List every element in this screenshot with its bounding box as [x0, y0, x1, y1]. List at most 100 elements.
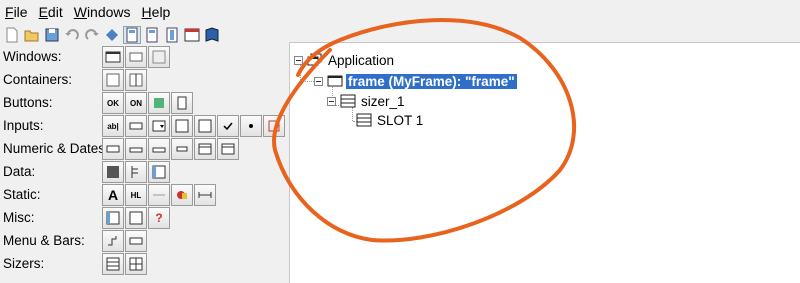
application-icon	[307, 53, 322, 66]
slot-icon	[356, 113, 372, 127]
widget-button[interactable]	[125, 69, 147, 91]
tree-node-application[interactable]: Application	[294, 51, 396, 69]
palette-category-label: Windows:	[3, 49, 62, 64]
tree-label-sizer: sizer_1	[361, 93, 405, 109]
toolbar	[0, 24, 290, 46]
open-folder-icon[interactable]	[24, 27, 40, 43]
widget-button[interactable]	[148, 184, 170, 206]
palette-row: Inputs: ab|	[0, 115, 288, 138]
menu-file[interactable]: File	[0, 0, 34, 24]
widget-button[interactable]	[148, 115, 170, 137]
collapse-icon[interactable]	[314, 76, 323, 86]
widget-icon	[129, 122, 143, 130]
tree-node-sizer[interactable]: sizer_1	[327, 92, 407, 110]
widget-button[interactable]	[102, 161, 124, 183]
frame-icon	[327, 75, 343, 87]
layout-3-icon[interactable]	[164, 27, 180, 43]
widget-button[interactable]	[102, 207, 124, 229]
widget-icon	[198, 192, 212, 198]
window-icon[interactable]	[184, 27, 200, 43]
layout-2-icon[interactable]	[144, 27, 160, 43]
widget-icon	[129, 52, 143, 62]
widget-button[interactable]	[240, 115, 262, 137]
widget-button[interactable]	[102, 46, 124, 68]
palette-row: Sizers:	[0, 253, 288, 276]
widget-button[interactable]: ON	[125, 92, 147, 114]
new-file-icon[interactable]	[4, 27, 20, 43]
widget-button[interactable]	[148, 92, 170, 114]
widget-button[interactable]	[194, 115, 216, 137]
widget-icon	[129, 237, 143, 245]
widget-button-text: OK	[107, 98, 119, 108]
palette-category-label: Buttons:	[3, 95, 53, 110]
widget-icon	[106, 257, 120, 271]
tree-node-slot[interactable]: SLOT 1	[356, 111, 425, 129]
widget-icon	[177, 96, 187, 110]
widget-button[interactable]	[148, 46, 170, 68]
widget-button[interactable]	[217, 138, 239, 160]
palette-category-label: Inputs:	[3, 118, 44, 133]
widget-button[interactable]	[263, 115, 285, 137]
layout-icon[interactable]	[123, 26, 141, 44]
undo-icon[interactable]	[64, 27, 80, 43]
widget-icon	[177, 191, 187, 199]
widget-button[interactable]	[171, 184, 193, 206]
book-icon[interactable]	[204, 27, 220, 43]
widget-icon	[129, 257, 143, 271]
palette-category-label: Containers:	[3, 72, 73, 87]
widget-button-text: HL	[130, 190, 142, 200]
widget-button[interactable]	[125, 207, 147, 229]
widget-button[interactable]	[171, 92, 193, 114]
palette-category-label: Data:	[3, 164, 36, 179]
widget-button[interactable]	[125, 138, 147, 160]
widget-icon	[129, 211, 143, 225]
widget-button[interactable]: ab|	[102, 115, 124, 137]
widget-button[interactable]	[171, 115, 193, 137]
widget-icon	[105, 51, 121, 63]
widget-icon	[198, 143, 212, 155]
widget-button[interactable]	[125, 115, 147, 137]
palette-row: Data:	[0, 161, 288, 184]
widget-button[interactable]	[148, 161, 170, 183]
palette-row: Menu & Bars:	[0, 230, 288, 253]
widget-icon	[152, 120, 166, 132]
menubar: File Edit Windows Help	[0, 0, 800, 24]
widget-button[interactable]	[125, 253, 147, 275]
collapse-icon[interactable]	[294, 55, 303, 65]
widget-button[interactable]	[194, 138, 216, 160]
redo-icon[interactable]	[84, 27, 100, 43]
widget-button[interactable]	[102, 69, 124, 91]
widget-palette: Windows: Containers: Buttons: OK ON Inputs: ab…	[0, 46, 288, 282]
widget-button[interactable]	[125, 230, 147, 252]
widget-button[interactable]: A	[102, 184, 124, 206]
tree-node-frame[interactable]: frame (MyFrame): "frame"	[314, 72, 517, 90]
widget-icon	[198, 119, 212, 133]
palette-category-label: Sizers:	[3, 256, 45, 271]
widget-button[interactable]	[125, 46, 147, 68]
save-icon[interactable]	[44, 27, 60, 43]
widget-button[interactable]: OK	[102, 92, 124, 114]
palette-row: Containers:	[0, 69, 288, 92]
menu-edit[interactable]: Edit	[34, 0, 69, 24]
widget-icon	[108, 236, 117, 246]
collapse-icon[interactable]	[327, 96, 336, 106]
widget-icon	[106, 145, 120, 153]
widget-button[interactable]: ?	[148, 207, 170, 229]
widget-button-text: ON	[130, 98, 142, 108]
widget-button[interactable]	[125, 161, 147, 183]
widget-button[interactable]	[217, 115, 239, 137]
menu-windows[interactable]: Windows	[69, 0, 137, 24]
preview-icon[interactable]	[104, 27, 120, 43]
widget-button[interactable]	[148, 138, 170, 160]
object-tree: Application frame (MyFrame): "frame" siz…	[289, 42, 800, 283]
widget-button[interactable]	[102, 253, 124, 275]
widget-button[interactable]	[102, 138, 124, 160]
widget-button[interactable]	[102, 230, 124, 252]
widget-icon	[152, 165, 166, 179]
widget-button[interactable]: HL	[125, 184, 147, 206]
widget-button[interactable]	[194, 184, 216, 206]
widget-icon	[249, 124, 253, 128]
menu-help[interactable]: Help	[137, 0, 177, 24]
tree-label-frame: frame (MyFrame): "frame"	[346, 73, 517, 89]
widget-button[interactable]	[171, 138, 193, 160]
